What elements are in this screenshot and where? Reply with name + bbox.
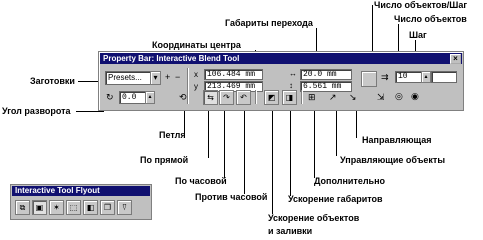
label-objects-count: Число объектов — [394, 14, 467, 24]
presets-dropdown-button[interactable]: ▾ — [150, 71, 161, 85]
add-preset-icon[interactable]: + — [165, 72, 170, 82]
leader-object-fill-accel — [272, 108, 273, 214]
blend-tool-icon[interactable]: ⧉ — [15, 200, 30, 215]
clockwise-blend-button[interactable]: ↷ — [219, 90, 234, 105]
x-position-icon: x — [194, 70, 198, 79]
leader-loop — [184, 108, 185, 136]
contour-tool-icon[interactable]: ▣ — [32, 200, 47, 215]
label-center-coords: Координаты центра — [152, 40, 241, 50]
rotation-spin-button[interactable]: ▴ — [145, 91, 155, 104]
chevron-down-icon: ▾ — [153, 73, 158, 82]
label-path: Направляющая — [362, 135, 432, 145]
size-width-field[interactable]: 20.0 mm — [300, 69, 352, 80]
direct-blend-button[interactable]: ⇆ — [203, 90, 218, 105]
width-icon: ↔ — [289, 69, 297, 78]
position-x-field[interactable]: 106.484 mm — [204, 69, 263, 80]
label-counterclockwise: Против часовой — [195, 192, 268, 202]
steps-field[interactable]: 10 — [395, 71, 423, 83]
copy-blend-icon[interactable]: ◉ — [411, 91, 419, 101]
control-objects-icon[interactable]: ↗ — [329, 92, 337, 102]
property-bar-title: Property Bar: Interactive Blend Tool — [103, 54, 240, 63]
label-objects-steps: Число объектов/Шаг — [374, 0, 468, 10]
close-button[interactable]: × — [450, 54, 461, 64]
label-direct: По прямой — [140, 155, 189, 165]
label-control-objects: Управляющие объекты — [340, 155, 445, 165]
remove-preset-icon[interactable]: − — [175, 72, 180, 82]
leader-rotation-angle — [76, 111, 104, 112]
presets-value: Presets... — [108, 73, 142, 82]
transparency-tool-icon[interactable]: ⍢ — [117, 200, 132, 215]
distortion-tool-icon[interactable]: ✶ — [49, 200, 64, 215]
envelope-tool-icon[interactable]: ⬚ — [66, 200, 81, 215]
steps-icon: ⇉ — [381, 72, 389, 82]
leader-size-accel — [290, 108, 291, 196]
label-additional: Дополнительно — [314, 176, 386, 186]
additional-options-icon[interactable]: ⊞ — [308, 92, 316, 102]
leader-control-objects — [336, 108, 337, 156]
label-size-accel: Ускорение габаритов — [288, 194, 383, 204]
clear-blend-icon[interactable]: ◎ — [395, 91, 403, 101]
leader-counterclockwise — [244, 108, 245, 194]
leader-clockwise — [224, 108, 225, 178]
copy-properties-icon[interactable]: ⇲ — [377, 92, 385, 102]
leader-direct — [208, 108, 209, 158]
label-object-fill-accel-2: и заливки — [268, 226, 313, 236]
separator — [255, 90, 257, 104]
separator — [187, 68, 189, 104]
label-step: Шаг — [409, 30, 427, 40]
loop-icon[interactable]: ⟲ — [179, 92, 187, 102]
leader-path — [356, 108, 357, 138]
path-icon[interactable]: ↘ — [349, 92, 357, 102]
counterclockwise-blend-button[interactable]: ↶ — [236, 90, 251, 105]
object-fill-acceleration-button[interactable]: ◩ — [264, 90, 279, 105]
rotation-icon: ↻ — [106, 92, 114, 102]
steps-toggle-button[interactable] — [361, 71, 377, 87]
presets-select[interactable]: Presets... — [105, 71, 153, 85]
y-position-icon: y — [194, 82, 198, 91]
size-acceleration-button[interactable]: ◨ — [282, 90, 297, 105]
step-select[interactable] — [431, 71, 457, 83]
label-clockwise: По часовой — [175, 176, 227, 186]
property-bar-titlebar[interactable]: Property Bar: Interactive Blend Tool × — [100, 53, 462, 64]
label-rotation-angle: Угол разворота — [2, 106, 71, 116]
drop-shadow-tool-icon[interactable]: ❐ — [100, 200, 115, 215]
size-height-field[interactable]: 6.561 mm — [300, 81, 352, 92]
leader-additional — [314, 108, 315, 178]
label-loop: Петля — [159, 130, 186, 140]
label-object-fill-accel-1: Ускорение объектов — [268, 213, 360, 223]
extrude-tool-icon[interactable]: ◧ — [83, 200, 98, 215]
tool-flyout-window: Interactive Tool Flyout ⧉ ▣ ✶ ⬚ ◧ ❐ ⍢ — [10, 184, 152, 220]
tool-flyout-title: Interactive Tool Flyout — [15, 186, 100, 195]
tool-flyout-titlebar[interactable]: Interactive Tool Flyout — [12, 186, 150, 196]
label-presets: Заготовки — [30, 76, 75, 86]
separator — [301, 90, 303, 104]
rotation-angle-field[interactable]: 0.0 — [119, 91, 147, 104]
label-transition-size: Габариты перехода — [225, 18, 313, 28]
steps-spin-button[interactable]: ▴ — [421, 71, 431, 83]
property-bar-window: Property Bar: Interactive Blend Tool × P… — [98, 51, 464, 111]
